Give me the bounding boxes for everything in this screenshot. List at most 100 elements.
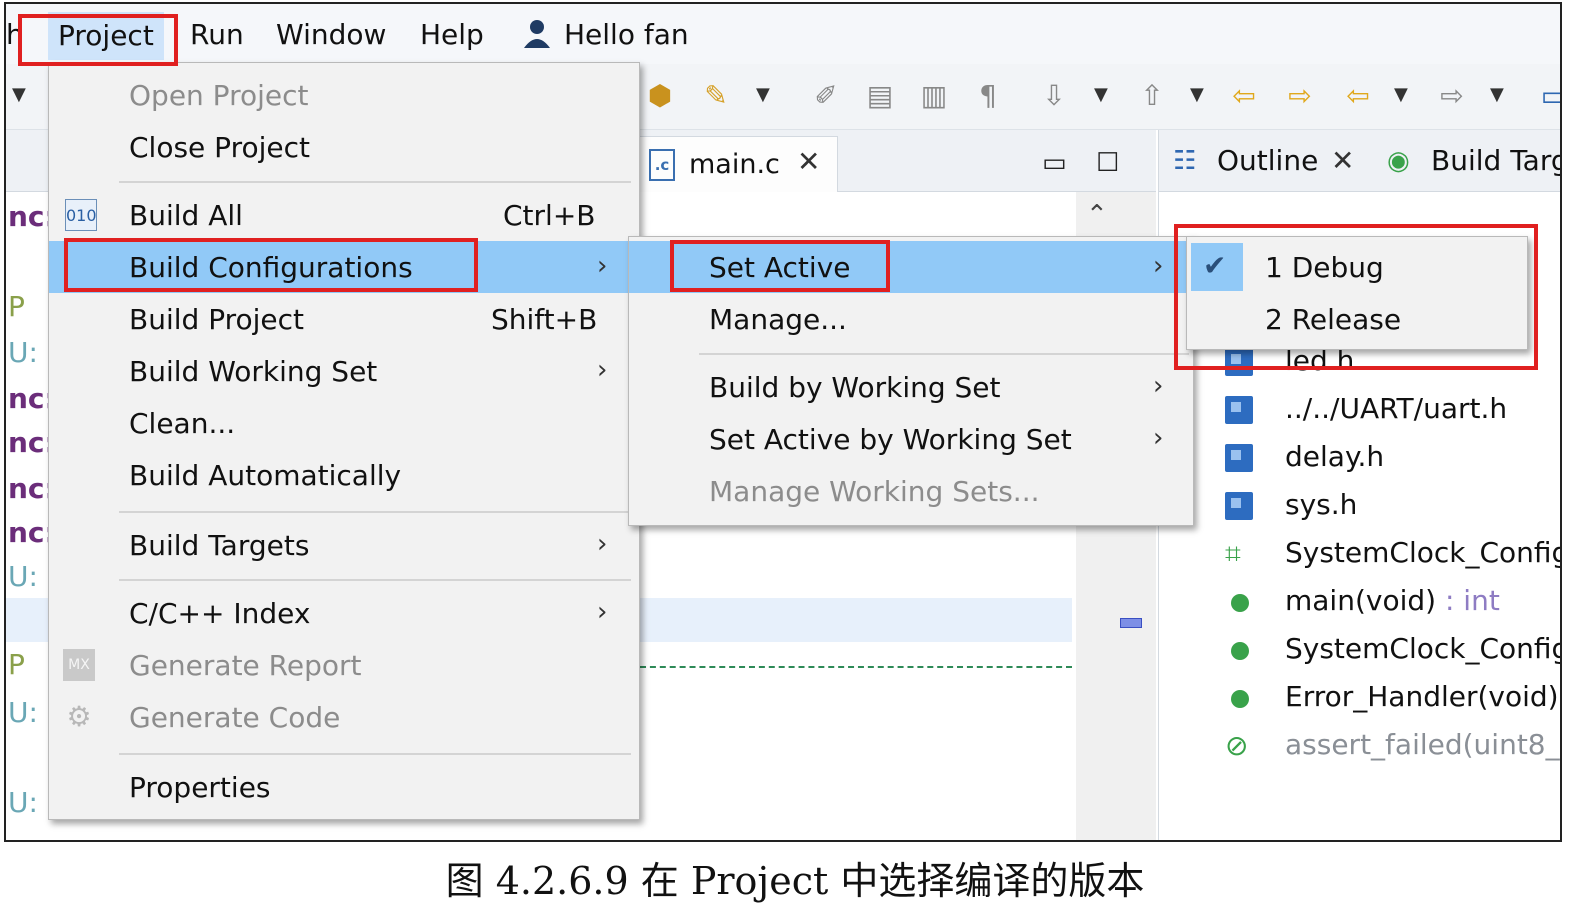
menu-item-label: Build Working Set <box>129 355 378 388</box>
outline-item[interactable]: ⊘ assert_failed(uint8_t* <box>1159 724 1560 770</box>
code-fragment: U: <box>8 696 38 729</box>
chevron-right-icon: › <box>1153 251 1164 281</box>
scroll-marker[interactable] <box>1120 618 1142 628</box>
menu-item-manage-working-sets[interactable]: Manage Working Sets... <box>629 465 1193 517</box>
shortcut-label: Ctrl+B <box>503 199 596 232</box>
outline-tab-bar: ☷ Outline ✕ ◉ Build Targ <box>1159 130 1560 192</box>
menu-separator <box>119 579 631 581</box>
chevron-up-icon[interactable]: ⌃ <box>1086 200 1108 230</box>
menu-item-manage[interactable]: Manage... <box>629 293 1193 345</box>
code-fragment: P <box>8 290 25 323</box>
menu-item-build-project[interactable]: Build Project Shift+B <box>49 293 639 345</box>
outline-item-label: SystemClock_Config( <box>1285 632 1562 665</box>
menu-item-generate-report[interactable]: MX Generate Report <box>49 639 639 691</box>
figure-caption: 图 4.2.6.9 在 Project 中选择编译的版本 <box>445 859 1145 903</box>
menu-item-label: Generate Code <box>129 701 341 734</box>
user-icon[interactable] <box>522 18 552 55</box>
tab-build-targets[interactable]: Build Targ <box>1431 144 1560 177</box>
chevron-down-icon[interactable]: ▼ <box>1190 84 1204 105</box>
outline-item[interactable]: SystemClock_Config( <box>1159 628 1562 674</box>
compare-icon[interactable]: ▤ <box>862 78 898 114</box>
chevron-down-icon[interactable]: ▼ <box>1394 84 1408 105</box>
menu-item-open-project[interactable]: Open Project <box>49 69 639 121</box>
menu-item-label: Build Automatically <box>129 459 402 492</box>
menu-item-build-targets[interactable]: Build Targets › <box>49 519 639 571</box>
outline-item[interactable]: ⌗ SystemClock_Config( <box>1159 532 1560 578</box>
menu-item-label: Build by Working Set <box>709 371 1001 404</box>
next-annotation-icon[interactable]: ⇩ <box>1036 78 1072 114</box>
chevron-down-icon[interactable]: ▼ <box>12 84 26 105</box>
last-edit-icon[interactable]: ⇦ <box>1226 78 1262 114</box>
outline-item-label: delay.h <box>1285 440 1385 473</box>
chevron-right-icon: › <box>597 355 608 385</box>
block-icon[interactable]: ▥ <box>916 78 952 114</box>
open-perspective-icon[interactable]: ⬢ <box>642 78 678 114</box>
tab-main-c[interactable]: .c main.c ✕ <box>638 136 838 192</box>
outline-item[interactable]: delay.h <box>1159 436 1560 482</box>
wrench-icon[interactable]: ✎ <box>698 78 734 114</box>
tab-outline[interactable]: Outline <box>1217 144 1318 177</box>
pen-icon[interactable]: ✐ <box>808 78 844 114</box>
menu-item-label: Generate Report <box>129 649 362 682</box>
menu-item-build-working-set[interactable]: Build Working Set › <box>49 345 639 397</box>
user-greeting[interactable]: Hello fan <box>564 18 689 51</box>
menu-item-label: C/C++ Index <box>129 597 311 630</box>
menu-run[interactable]: Run <box>190 18 244 51</box>
chevron-down-icon[interactable]: ▼ <box>1490 84 1504 105</box>
menu-item-label: Properties <box>129 771 271 804</box>
menu-item-label: Open Project <box>129 79 309 112</box>
chevron-right-icon: › <box>597 529 608 559</box>
close-icon[interactable]: ✕ <box>797 145 820 178</box>
pilcrow-icon[interactable]: ¶ <box>970 78 1006 114</box>
menu-item-set-active-by-working-set[interactable]: Set Active by Working Set › <box>629 413 1193 465</box>
next-edit-icon[interactable]: ⇨ <box>1282 78 1318 114</box>
menu-item-build-by-working-set[interactable]: Build by Working Set › <box>629 361 1193 413</box>
code-fragment: U: <box>8 560 38 593</box>
excluded-function-icon: ⊘ <box>1225 729 1249 762</box>
menu-item-label: Manage Working Sets... <box>709 475 1040 508</box>
menu-item-label: Build Targets <box>129 529 310 562</box>
menu-window[interactable]: Window <box>276 18 386 51</box>
chevron-down-icon[interactable]: ▼ <box>756 84 770 105</box>
annotation-box-set-active <box>670 240 890 292</box>
back-icon[interactable]: ⇦ <box>1340 78 1376 114</box>
menu-item-clean[interactable]: Clean... <box>49 397 639 449</box>
menu-item-label: Set Active by Working Set <box>709 423 1072 456</box>
menu-item-build-automatically[interactable]: Build Automatically <box>49 449 639 501</box>
perspective-icon[interactable]: ▭ <box>1536 78 1560 114</box>
menu-help[interactable]: Help <box>420 18 484 51</box>
maximize-icon[interactable]: ☐ <box>1096 148 1119 178</box>
minimize-icon[interactable]: ▭ <box>1042 148 1067 178</box>
outline-item[interactable]: ../../UART/uart.h <box>1159 388 1560 434</box>
outline-item[interactable]: Error_Handler(void) <box>1159 676 1560 722</box>
outline-item[interactable]: main(void) : int <box>1159 580 1560 626</box>
menu-item-build-all[interactable]: 010 Build All Ctrl+B <box>49 189 639 241</box>
outline-item-label: sys.h <box>1285 488 1358 521</box>
close-icon[interactable]: ✕ <box>1331 144 1354 177</box>
menu-separator <box>699 353 1189 355</box>
build-all-icon: 010 <box>65 199 97 231</box>
tab-label: main.c <box>689 149 780 180</box>
annotation-box-project <box>18 14 178 66</box>
chevron-right-icon: › <box>597 251 608 281</box>
shortcut-label: Shift+B <box>491 303 598 336</box>
function-icon <box>1231 642 1249 660</box>
outline-icon: ☷ <box>1173 146 1197 176</box>
menu-item-label: Close Project <box>129 131 310 164</box>
project-menu: Open Project Close Project 010 Build All… <box>48 62 640 820</box>
prev-annotation-icon[interactable]: ⇧ <box>1134 78 1170 114</box>
forward-icon[interactable]: ⇨ <box>1434 78 1470 114</box>
menu-item-label: Build Project <box>129 303 304 336</box>
outline-item[interactable]: sys.h <box>1159 484 1560 530</box>
header-file-icon <box>1225 396 1253 424</box>
code-fragment: U: <box>8 336 38 369</box>
outline-item-label: Error_Handler(void) <box>1285 680 1559 713</box>
chevron-down-icon[interactable]: ▼ <box>1094 84 1108 105</box>
menu-item-cpp-index[interactable]: C/C++ Index › <box>49 587 639 639</box>
dashed-separator <box>640 666 1072 668</box>
function-icon <box>1231 594 1249 612</box>
menu-item-properties[interactable]: Properties <box>49 761 639 813</box>
menu-item-close-project[interactable]: Close Project <box>49 121 639 173</box>
menu-separator <box>119 181 631 183</box>
menu-item-generate-code[interactable]: ⚙ Generate Code <box>49 691 639 743</box>
